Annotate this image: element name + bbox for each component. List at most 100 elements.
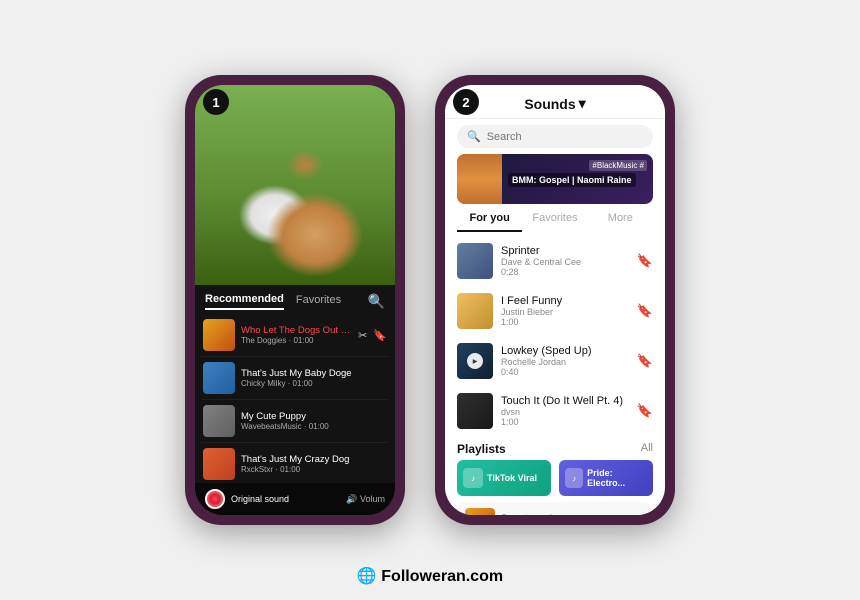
p2-playlist-label-1: TikTok Viral (487, 473, 537, 483)
p2-track-title-3: Lowkey (Sped Up) (501, 345, 629, 357)
p2-play-btn-3[interactable]: ▶ (467, 353, 483, 369)
p2-track-title-4: Touch It (Do It Well Pt. 4) (501, 395, 629, 407)
footer-globe: 🌐 (357, 568, 377, 585)
p2-track-3[interactable]: ▶ Lowkey (Sped Up) Rochelle Jordan 0:40 … (445, 336, 665, 386)
p2-playlists-row: ♪ TikTok Viral ♪ Pride: Electro... (445, 460, 665, 496)
p2-track-title-1: Sprinter (501, 245, 629, 257)
p1-track-info-3: My Cute Puppy WavebeatsMusic · 01:00 (241, 411, 387, 431)
p1-tab-favorites[interactable]: Favorites (296, 294, 341, 309)
phone-1-badge: 1 (203, 89, 229, 115)
p2-track-time-4: 1:00 (501, 417, 629, 427)
phone-2: 2 ✕ Sounds ▾ 🔍 BMM: (435, 75, 675, 525)
p2-track-info-2: I Feel Funny Justin Bieber 1:00 (501, 295, 629, 327)
phone1-video-area (195, 85, 395, 285)
p1-tracklist: Who Let The Dogs Out - Ori... The Doggie… (195, 314, 395, 483)
dog-video (195, 85, 395, 285)
p2-playlists-label: Playlists (457, 442, 506, 456)
p1-track-thumb-2 (203, 362, 235, 394)
p1-tab-recommended[interactable]: Recommended (205, 293, 284, 310)
p2-chevron-icon: ▾ (579, 95, 586, 112)
phone2-content: ✕ Sounds ▾ 🔍 BMM: Gospel | Naomi Raine (445, 85, 665, 515)
p1-track-3[interactable]: My Cute Puppy WavebeatsMusic · 01:00 (201, 400, 389, 443)
p1-track-icons-1: ✂ 🔖 (358, 329, 387, 342)
p2-bookmark-4[interactable]: 🔖 (637, 403, 653, 419)
p2-track-sub-1: Dave & Central Cee (501, 257, 629, 267)
p2-thumb-2 (457, 293, 493, 329)
p2-playlists-all[interactable]: All (641, 442, 653, 456)
p1-volume-label[interactable]: 🔊 Volum (346, 494, 385, 505)
p2-content: Sprinter Dave & Central Cee 0:28 🔖 I Fee… (445, 232, 665, 515)
p2-track-info-4: Touch It (Do It Well Pt. 4) dvsn 1:00 (501, 395, 629, 427)
p2-track-1[interactable]: Sprinter Dave & Central Cee 0:28 🔖 (445, 236, 665, 286)
p2-current-info: Current sound Who Let The Dogs Ou... (501, 513, 585, 515)
p2-bookmark-3[interactable]: 🔖 (637, 353, 653, 369)
p1-track-thumb-4 (203, 448, 235, 480)
p1-tabs: Recommended Favorites 🔍 (195, 285, 395, 314)
p2-bookmark-1[interactable]: 🔖 (637, 253, 653, 269)
p2-track-4[interactable]: Touch It (Do It Well Pt. 4) dvsn 1:00 🔖 (445, 386, 665, 436)
p2-playlist-tiktok[interactable]: ♪ TikTok Viral (457, 460, 551, 496)
p1-original-sound: Original sound (231, 494, 340, 504)
bookmark-icon-1[interactable]: 🔖 (373, 329, 387, 342)
p2-track-info-1: Sprinter Dave & Central Cee 0:28 (501, 245, 629, 277)
p2-track-time-1: 0:28 (501, 267, 629, 277)
p2-playlist-pride[interactable]: ♪ Pride: Electro... (559, 460, 653, 496)
p1-track-info-1: Who Let The Dogs Out - Ori... The Doggie… (241, 325, 352, 345)
p2-playlists-header: Playlists All (445, 436, 665, 460)
p1-track-sub-2: Chicky Milky · 01:00 (241, 379, 387, 388)
phone-1-screen: Recommended Favorites 🔍 Who Let The Dogs… (195, 85, 395, 515)
phone-1: 1 Recommended Favorites 🔍 Who Let The Do… (185, 75, 405, 525)
p2-hashtag: #BlackMusic # (589, 160, 647, 171)
p1-search-icon[interactable]: 🔍 (368, 293, 385, 310)
phone-2-screen: ✕ Sounds ▾ 🔍 BMM: Gospel | Naomi Raine (445, 85, 665, 515)
p2-search-area: 🔍 (445, 119, 665, 154)
p2-tab-more[interactable]: More (588, 212, 653, 232)
p1-track-sub-4: RxckStxr · 01:00 (241, 465, 387, 474)
scissors-icon[interactable]: ✂ (358, 329, 367, 342)
p2-title: Sounds ▾ (524, 95, 585, 112)
p1-track-thumb-3 (203, 405, 235, 437)
p2-track-sub-2: Justin Bieber (501, 307, 629, 317)
p1-track-info-2: That's Just My Baby Doge Chicky Milky · … (241, 368, 387, 388)
p2-search-bar[interactable]: 🔍 (457, 125, 653, 148)
footer-text: Followeran.com (381, 568, 503, 585)
p2-track-title-2: I Feel Funny (501, 295, 629, 307)
p2-thumb-1 (457, 243, 493, 279)
tiktok-playlist-icon: ♪ (463, 468, 483, 488)
p2-tab-favorites[interactable]: Favorites (522, 212, 587, 232)
p2-banner-person (457, 154, 502, 204)
p2-tabs: For you Favorites More (445, 204, 665, 232)
p2-thumb-3: ▶ (457, 343, 493, 379)
p1-track-sub-3: WavebeatsMusic · 01:00 (241, 422, 387, 431)
p1-track-title-1: Who Let The Dogs Out - Ori... (241, 325, 352, 336)
p1-track-info-4: That's Just My Crazy Dog RxckStxr · 01:0… (241, 454, 387, 474)
p1-track-title-4: That's Just My Crazy Dog (241, 454, 387, 465)
p2-current-sound: Current sound Who Let The Dogs Ou... ✂ 🔖… (457, 502, 653, 515)
phone-2-badge: 2 (453, 89, 479, 115)
p2-search-input[interactable] (487, 131, 643, 143)
phone1-bottom-panel: Recommended Favorites 🔍 Who Let The Dogs… (195, 285, 395, 515)
p2-track-time-2: 1:00 (501, 317, 629, 327)
pride-playlist-icon: ♪ (565, 468, 583, 488)
p1-track-title-3: My Cute Puppy (241, 411, 387, 422)
p1-track-1[interactable]: Who Let The Dogs Out - Ori... The Doggie… (201, 314, 389, 357)
p1-disc-icon (205, 489, 225, 509)
p2-current-label: Current sound (501, 513, 585, 515)
p1-track-thumb-1 (203, 319, 235, 351)
p2-tab-for-you[interactable]: For you (457, 212, 522, 232)
p2-bookmark-2[interactable]: 🔖 (637, 303, 653, 319)
p2-current-thumb (465, 508, 495, 515)
p2-title-text: Sounds (524, 96, 575, 112)
p2-search-icon: 🔍 (467, 130, 481, 143)
p2-track-info-3: Lowkey (Sped Up) Rochelle Jordan 0:40 (501, 345, 629, 377)
p2-playlist-label-2: Pride: Electro... (587, 468, 647, 488)
p1-track-title-2: That's Just My Baby Doge (241, 368, 387, 379)
p2-track-2[interactable]: I Feel Funny Justin Bieber 1:00 🔖 (445, 286, 665, 336)
page-footer: 🌐 Followeran.com (0, 566, 860, 586)
p2-banner-title: BMM: Gospel | Naomi Raine (508, 173, 636, 187)
p1-track-4[interactable]: That's Just My Crazy Dog RxckStxr · 01:0… (201, 443, 389, 483)
p1-track-2[interactable]: That's Just My Baby Doge Chicky Milky · … (201, 357, 389, 400)
p2-banner[interactable]: BMM: Gospel | Naomi Raine #BlackMusic # (457, 154, 653, 204)
p2-track-sub-3: Rochelle Jordan (501, 357, 629, 367)
p2-track-sub-4: dvsn (501, 407, 629, 417)
